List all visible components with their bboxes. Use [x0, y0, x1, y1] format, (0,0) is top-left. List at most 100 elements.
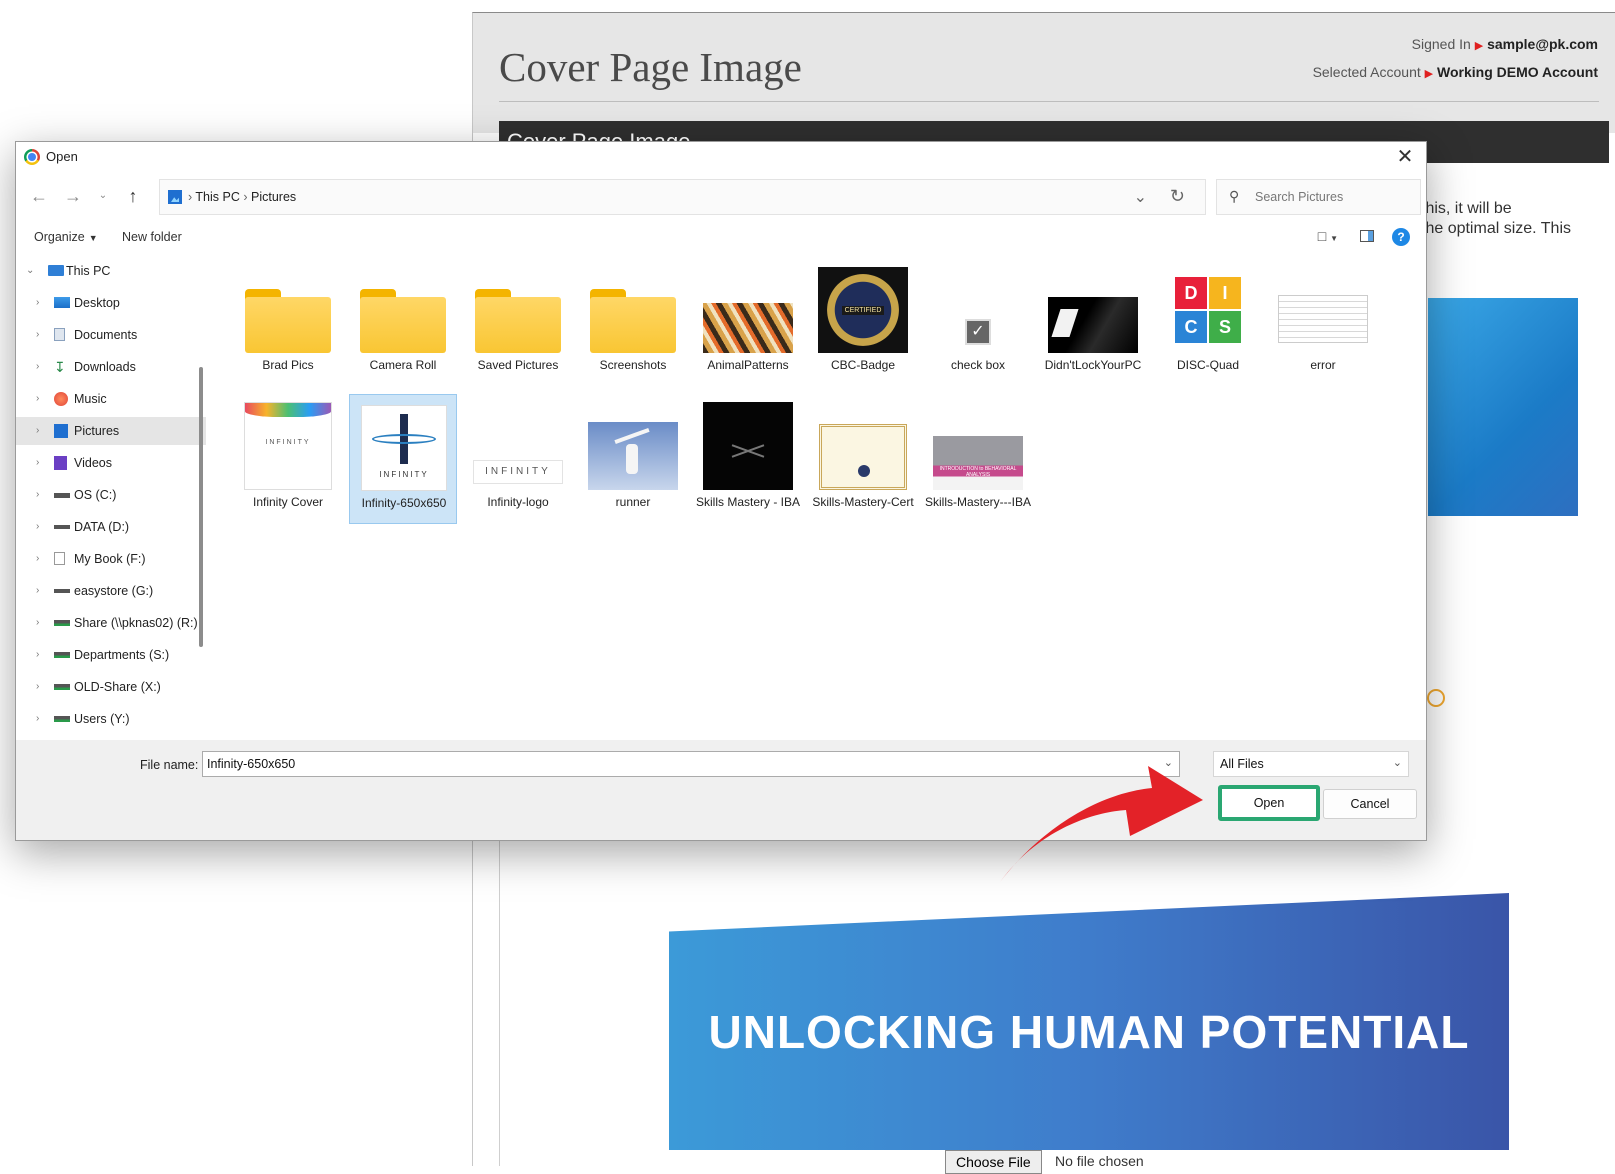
breadcrumb-this-pc[interactable]: This PC: [195, 190, 239, 204]
organize-button[interactable]: Organize ▼: [34, 230, 98, 244]
file-item-skills-mastery-iba-2[interactable]: INTRODUCTION to BEHAVIORAL ANALYSIS Skil…: [924, 394, 1032, 524]
nav-item-desktop[interactable]: › Desktop: [16, 289, 206, 317]
address-dropdown-icon[interactable]: ⌄: [1134, 187, 1147, 207]
refresh-icon[interactable]: ↻: [1170, 186, 1185, 207]
nav-item-pictures[interactable]: › Pictures: [16, 417, 206, 445]
drive-icon: [54, 589, 70, 593]
file-label: Didn'tLockYourPC: [1044, 358, 1142, 372]
chevron-right-icon[interactable]: ›: [36, 449, 39, 477]
file-item-skills-mastery-cert[interactable]: Skills-Mastery-Cert: [809, 394, 917, 524]
videos-icon: [54, 456, 67, 470]
chevron-right-icon[interactable]: ›: [36, 417, 39, 445]
search-input[interactable]: Search Pictures: [1255, 190, 1343, 204]
cbc-badge-thumbnail: CERTIFIED: [818, 267, 908, 353]
nav-item-easystore-g[interactable]: › easystore (G:): [16, 577, 206, 605]
file-item-didnt-lock-your-pc[interactable]: Didn'tLockYourPC: [1039, 257, 1147, 387]
no-file-text: No file chosen: [1055, 1153, 1144, 1169]
skills-mastery-iba-2-thumbnail: INTRODUCTION to BEHAVIORAL ANALYSIS: [933, 436, 1023, 490]
chevron-right-icon[interactable]: ›: [36, 705, 39, 733]
file-type-select[interactable]: All Files ⌄: [1213, 751, 1409, 777]
nav-item-data-d[interactable]: › DATA (D:): [16, 513, 206, 541]
chevron-right-icon[interactable]: ›: [36, 353, 39, 381]
disc-i-label: I: [1209, 277, 1241, 309]
chevron-right-icon[interactable]: ›: [36, 481, 39, 509]
nav-item-music[interactable]: › Music: [16, 385, 206, 413]
chevron-down-icon[interactable]: ⌄: [26, 257, 34, 285]
new-folder-button[interactable]: New folder: [122, 230, 182, 244]
dialog-title: Open: [46, 149, 78, 164]
cancel-button[interactable]: Cancel: [1323, 789, 1417, 819]
file-label: Infinity-logo: [487, 495, 549, 509]
nav-item-os-c[interactable]: › OS (C:): [16, 481, 206, 509]
file-label: Infinity-650x650: [361, 496, 447, 510]
nav-item-videos[interactable]: › Videos: [16, 449, 206, 477]
choose-file-button[interactable]: Choose File: [945, 1150, 1042, 1174]
pictures-icon: [54, 424, 68, 438]
file-label: Skills-Mastery-Cert: [812, 495, 914, 509]
chevron-right-icon[interactable]: ›: [36, 289, 39, 317]
chevron-right-icon[interactable]: ›: [36, 673, 39, 701]
nav-item-departments-s[interactable]: › Departments (S:): [16, 641, 206, 669]
close-icon[interactable]: ✕: [1392, 145, 1418, 169]
file-item-animal-patterns[interactable]: AnimalPatterns: [694, 257, 802, 387]
preview-pane-icon[interactable]: [1360, 230, 1374, 242]
nav-item-documents[interactable]: › Documents: [16, 321, 206, 349]
file-item-cbc-badge[interactable]: CERTIFIED CBC-Badge: [809, 257, 917, 387]
chevron-right-icon[interactable]: ›: [36, 641, 39, 669]
up-arrow-icon[interactable]: ↑: [122, 185, 144, 207]
file-item-infinity-logo[interactable]: INFINITY Infinity-logo: [464, 394, 572, 524]
change-view-icon[interactable]: □ ▼: [1318, 228, 1338, 244]
chevron-right-icon[interactable]: ›: [36, 609, 39, 637]
nav-item-this-pc[interactable]: ⌄ This PC: [16, 257, 206, 285]
file-item-screenshots[interactable]: Screenshots: [579, 257, 687, 387]
file-item-infinity-650x650[interactable]: INFINITY Infinity-650x650: [349, 394, 457, 524]
nav-item-share-r[interactable]: › Share (\\pknas02) (R:): [16, 609, 206, 637]
page-header: Cover Page Image Signed In ▶ sample@pk.c…: [473, 13, 1615, 133]
signed-in-user: sample@pk.com: [1487, 36, 1598, 52]
file-item-brad-pics[interactable]: Brad Pics: [234, 257, 342, 387]
breadcrumb-pictures[interactable]: Pictures: [251, 190, 296, 204]
nav-item-users-y[interactable]: › Users (Y:): [16, 705, 206, 733]
help-icon[interactable]: ?: [1392, 228, 1410, 246]
chevron-right-icon[interactable]: ›: [36, 385, 39, 413]
pc-icon: [48, 265, 64, 276]
chevron-right-icon[interactable]: ›: [36, 513, 39, 541]
file-label: Screenshots: [599, 358, 667, 372]
chevron-right-icon[interactable]: ›: [36, 577, 39, 605]
address-bar[interactable]: › This PC › Pictures ⌄ ↻: [159, 179, 1206, 215]
current-cover-image: [1428, 298, 1578, 516]
file-item-error[interactable]: error: [1269, 257, 1377, 387]
nav-label-old-share-x: OLD-Share (X:): [74, 680, 161, 694]
file-item-disc-quad[interactable]: D I C S DISC-Quad: [1154, 257, 1262, 387]
signed-in-label: Signed In: [1411, 36, 1471, 52]
recent-locations-chevron-icon[interactable]: ⌄: [92, 185, 114, 207]
file-item-check-box[interactable]: ✓ check box: [924, 257, 1032, 387]
back-arrow-icon[interactable]: ←: [28, 185, 50, 207]
search-box[interactable]: ⚲ Search Pictures: [1216, 179, 1421, 215]
chevron-right-icon[interactable]: ›: [36, 321, 39, 349]
nav-item-old-share-x[interactable]: › OLD-Share (X:): [16, 673, 206, 701]
account-name: Working DEMO Account: [1437, 64, 1598, 80]
caret-down-icon: ▼: [88, 233, 98, 243]
open-button[interactable]: Open: [1218, 785, 1320, 821]
file-item-camera-roll[interactable]: Camera Roll: [349, 257, 457, 387]
forward-arrow-icon[interactable]: →: [62, 185, 84, 207]
nav-label-os-c: OS (C:): [74, 488, 117, 502]
chevron-down-icon[interactable]: ⌄: [1393, 756, 1402, 769]
nav-pane-scrollbar[interactable]: [199, 367, 203, 647]
nav-item-downloads[interactable]: › ↧ Downloads: [16, 353, 206, 381]
file-name-label: File name:: [140, 758, 199, 772]
file-item-runner[interactable]: runner: [579, 394, 687, 524]
disc-d-label: D: [1175, 277, 1207, 309]
file-item-skills-mastery-iba[interactable]: Skills Mastery - IBA: [694, 394, 802, 524]
file-item-infinity-cover[interactable]: INFINITY Infinity Cover: [234, 394, 342, 524]
folder-icon: [245, 289, 331, 353]
annotation-arrow-icon: [1000, 766, 1203, 882]
chevron-right-icon[interactable]: ›: [36, 545, 39, 573]
info-line-1: this, it will be: [1421, 200, 1512, 217]
page-title: Cover Page Image: [499, 44, 802, 90]
pictures-location-icon: [168, 190, 182, 204]
navigation-pane: ⌄ This PC › Desktop › Documents › ↧ Down…: [16, 257, 216, 735]
file-item-saved-pictures[interactable]: Saved Pictures: [464, 257, 572, 387]
nav-item-my-book-f[interactable]: › My Book (F:): [16, 545, 206, 573]
